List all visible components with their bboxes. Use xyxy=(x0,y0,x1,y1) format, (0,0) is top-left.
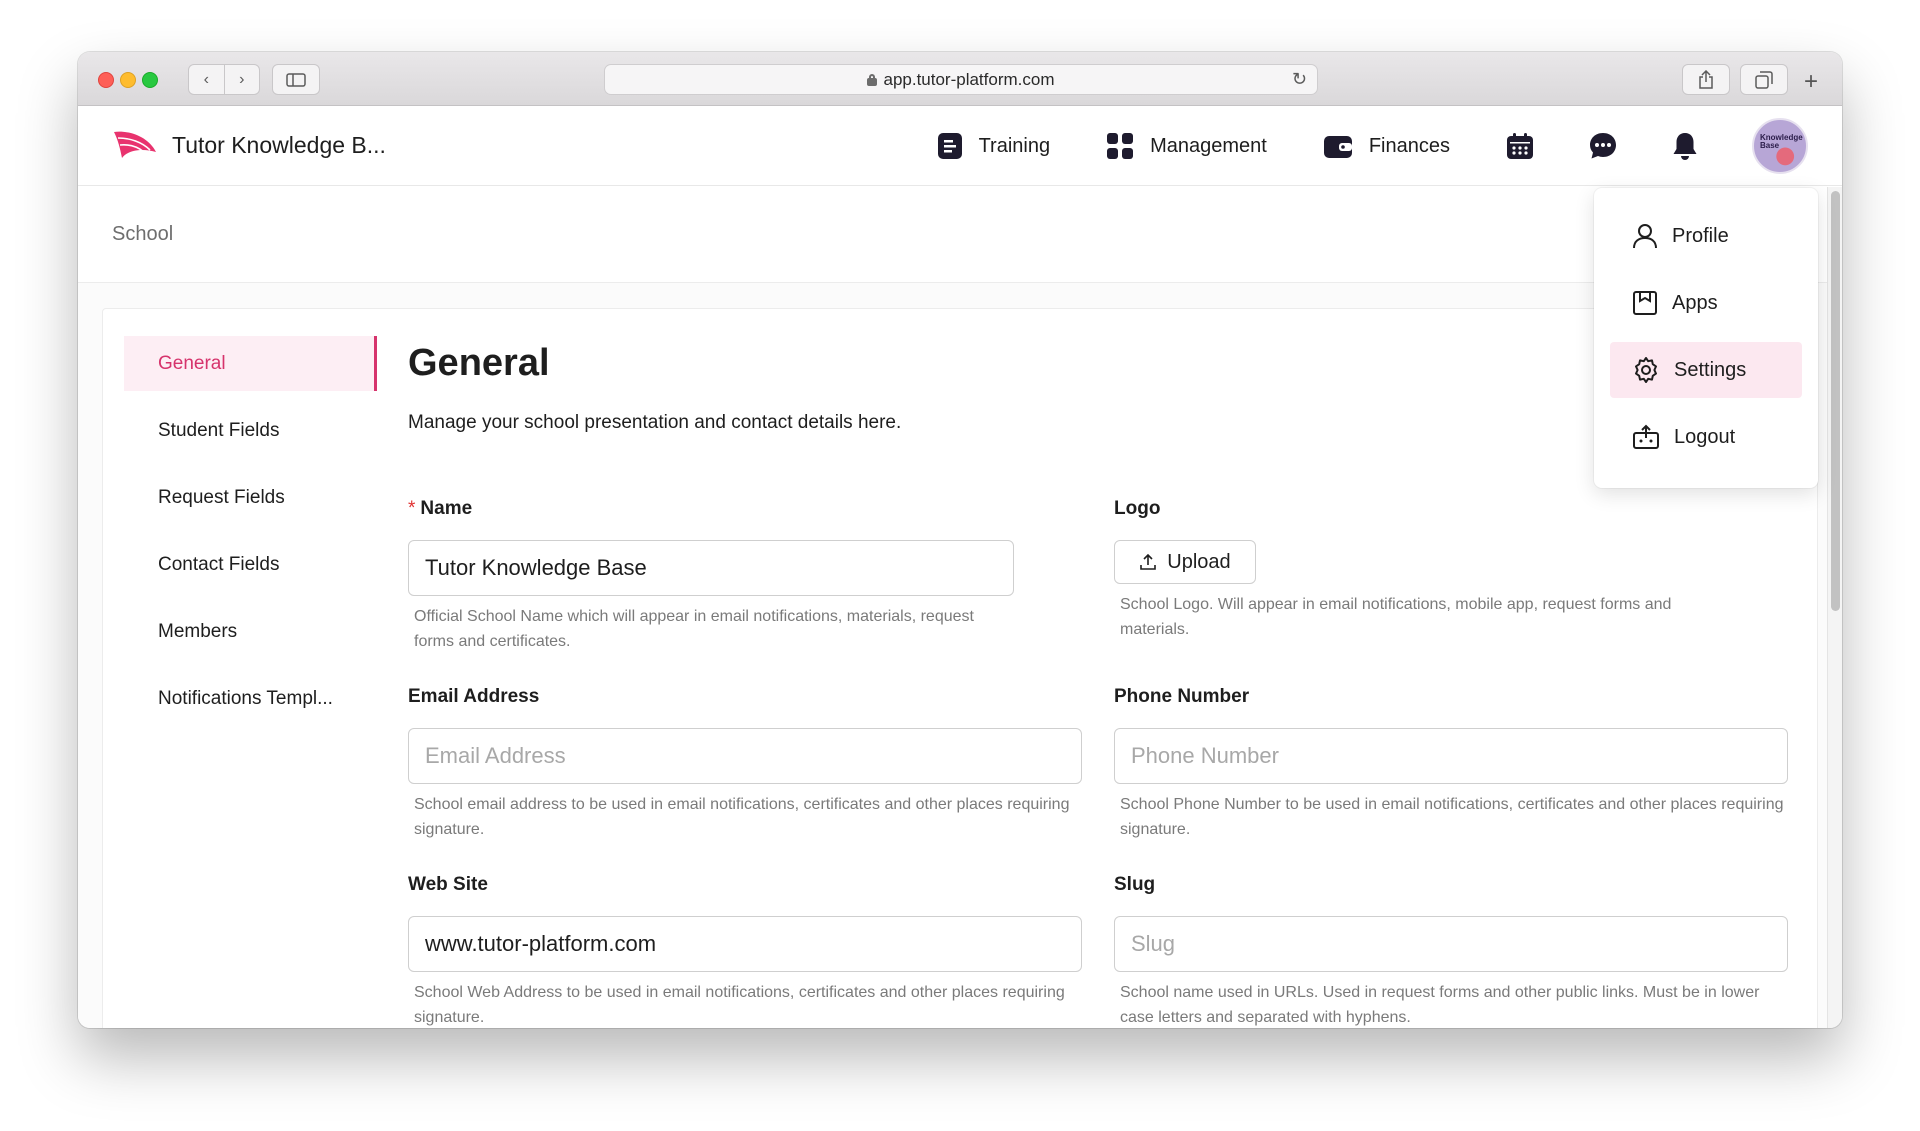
settings-side-menu: General Student Fields Request Fields Co… xyxy=(124,336,377,738)
email-field-group: Email Address School email address to be… xyxy=(408,686,1082,842)
address-bar[interactable]: app.tutor-platform.com ↻ xyxy=(604,64,1318,95)
slug-input[interactable] xyxy=(1114,916,1788,972)
reload-icon[interactable]: ↻ xyxy=(1292,69,1307,90)
browser-window: ‹ › app.tutor-platform.com ↻ + Tutor Kno… xyxy=(78,52,1842,1028)
name-help-text: Official School Name which will appear i… xyxy=(414,608,974,650)
side-item-general[interactable]: General xyxy=(124,336,377,391)
phone-input[interactable] xyxy=(1114,728,1788,784)
nav-finances[interactable]: Finances xyxy=(1323,133,1450,159)
website-field-group: Web Site School Web Address to be used i… xyxy=(408,874,1082,1028)
forward-icon[interactable]: › xyxy=(224,71,259,89)
email-help-text: School email address to be used in email… xyxy=(414,796,1070,838)
breadcrumb: School xyxy=(112,223,174,245)
app-header: Tutor Knowledge B... Training Management… xyxy=(78,106,1842,186)
minimize-window-button[interactable] xyxy=(120,72,136,88)
brand-logo-icon xyxy=(114,131,156,158)
page-description: Manage your school presentation and cont… xyxy=(408,412,902,433)
email-label: Email Address xyxy=(408,686,540,707)
tab-overview-button[interactable] xyxy=(1740,64,1788,95)
menu-item-apps-label: Apps xyxy=(1672,291,1718,314)
brand[interactable]: Tutor Knowledge B... xyxy=(112,128,386,162)
apps-icon xyxy=(1633,291,1657,315)
slug-help-text: School name used in URLs. Used in reques… xyxy=(1120,984,1760,1026)
nav-training-label: Training xyxy=(978,134,1051,157)
email-input[interactable] xyxy=(408,728,1082,784)
name-field-group: *Name Official School Name which will ap… xyxy=(408,498,1014,654)
nav-finances-label: Finances xyxy=(1368,134,1450,157)
website-label: Web Site xyxy=(408,874,488,895)
back-icon[interactable]: ‹ xyxy=(189,71,224,89)
required-mark: * xyxy=(408,498,416,519)
page-scrollbar[interactable] xyxy=(1827,187,1842,1028)
user-dropdown-menu: Profile Apps Settings Logout xyxy=(1594,188,1818,488)
notifications-button[interactable] xyxy=(1672,131,1698,161)
menu-item-apps[interactable]: Apps xyxy=(1610,275,1802,331)
close-window-button[interactable] xyxy=(98,72,114,88)
history-nav: ‹ › xyxy=(188,64,260,95)
new-tab-button[interactable]: + xyxy=(1804,68,1818,96)
avatar-text: Knowledge Base xyxy=(1760,133,1803,150)
brand-name: Tutor Knowledge B... xyxy=(172,131,386,158)
chat-icon xyxy=(1590,133,1616,159)
logo-label: Logo xyxy=(1114,498,1161,519)
name-label: * Name xyxy=(408,498,473,519)
nav-management-label: Management xyxy=(1150,134,1267,157)
menu-item-profile-label: Profile xyxy=(1672,224,1729,247)
phone-field-group: Phone Number School Phone Number to be u… xyxy=(1114,686,1788,842)
upload-icon xyxy=(1140,553,1157,570)
lock-icon xyxy=(867,73,878,86)
website-help-text: School Web Address to be used in email n… xyxy=(414,984,1065,1026)
browser-toolbar: ‹ › app.tutor-platform.com ↻ + xyxy=(78,52,1842,106)
share-button[interactable] xyxy=(1682,64,1730,95)
upload-button[interactable]: Upload xyxy=(1114,540,1256,584)
main-nav: Training Management Finances Knowledge B… xyxy=(937,106,1842,186)
nav-management[interactable]: Management xyxy=(1106,132,1267,160)
logo-field-group: Logo Upload School Logo. Will appear in … xyxy=(1114,498,1718,642)
avatar[interactable]: Knowledge Base xyxy=(1752,118,1808,174)
nav-training[interactable]: Training xyxy=(937,132,1051,160)
zoom-window-button[interactable] xyxy=(142,72,158,88)
menu-item-settings[interactable]: Settings xyxy=(1610,342,1802,398)
sidebar-icon xyxy=(286,72,306,87)
gear-icon xyxy=(1635,357,1657,383)
phone-label: Phone Number xyxy=(1114,686,1250,707)
side-item-contact-fields[interactable]: Contact Fields xyxy=(124,537,377,592)
grid-icon xyxy=(1107,133,1134,159)
side-item-notifications-templates[interactable]: Notifications Templ... xyxy=(124,671,377,726)
side-item-members[interactable]: Members xyxy=(124,604,377,659)
calendar-button[interactable] xyxy=(1506,132,1534,160)
menu-item-profile[interactable]: Profile xyxy=(1610,208,1802,264)
logout-icon xyxy=(1633,424,1659,449)
url-text: app.tutor-platform.com xyxy=(883,69,1055,89)
share-icon xyxy=(1699,69,1713,89)
slug-field-group: Slug School name used in URLs. Used in r… xyxy=(1114,874,1788,1028)
menu-item-logout[interactable]: Logout xyxy=(1610,409,1802,465)
calendar-icon xyxy=(1507,133,1533,159)
side-item-student-fields[interactable]: Student Fields xyxy=(124,403,377,458)
wallet-icon xyxy=(1323,136,1352,158)
name-input[interactable] xyxy=(408,540,1014,596)
menu-item-settings-label: Settings xyxy=(1674,358,1747,381)
messages-button[interactable] xyxy=(1588,131,1618,161)
website-input[interactable] xyxy=(408,916,1082,972)
slug-label: Slug xyxy=(1114,874,1156,895)
page-subheader: School xyxy=(78,187,1827,283)
tabs-icon xyxy=(1755,70,1773,89)
upload-button-label: Upload xyxy=(1167,550,1231,573)
side-item-request-fields[interactable]: Request Fields xyxy=(124,470,377,525)
menu-item-logout-label: Logout xyxy=(1674,425,1736,448)
sidebar-toggle-button[interactable] xyxy=(272,64,320,95)
bell-icon xyxy=(1673,133,1697,160)
logo-help-text: School Logo. Will appear in email notifi… xyxy=(1120,596,1672,638)
scrollbar-thumb[interactable] xyxy=(1831,191,1840,611)
phone-help-text: School Phone Number to be used in email … xyxy=(1120,796,1784,838)
document-list-icon xyxy=(937,133,962,159)
user-icon xyxy=(1633,224,1657,249)
